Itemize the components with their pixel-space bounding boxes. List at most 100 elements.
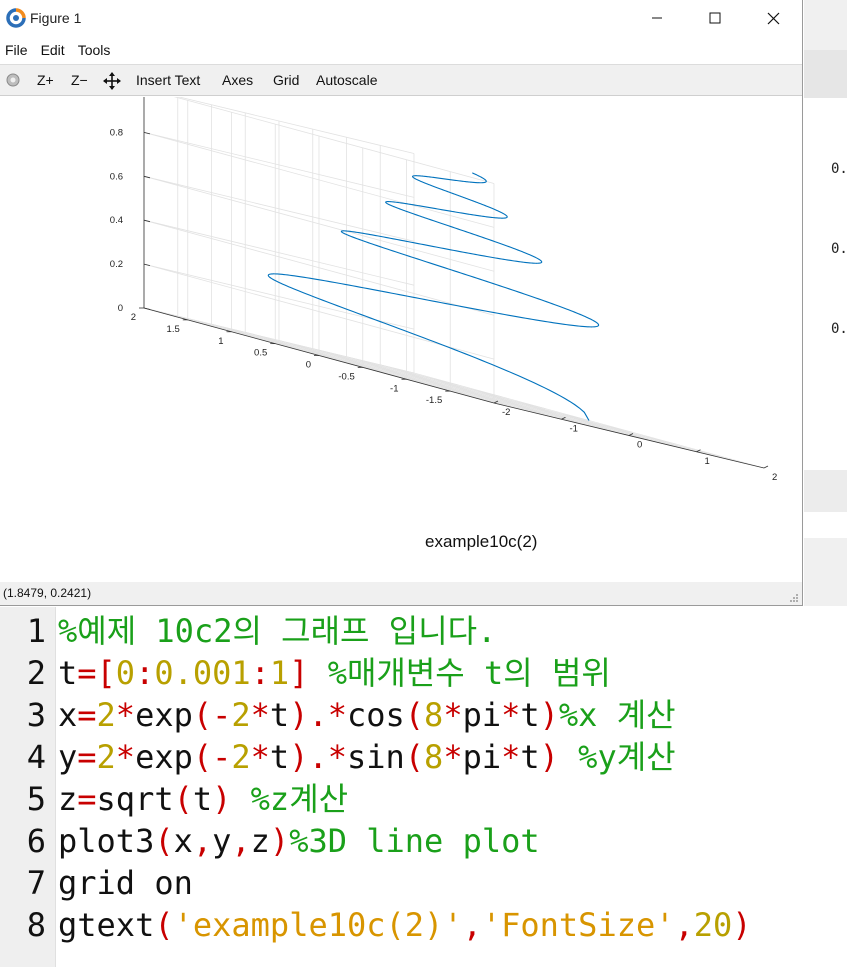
- background-value: 0.: [831, 321, 847, 337]
- z-tick-label: 0.8: [110, 127, 123, 138]
- x-tick-label: -2: [502, 407, 510, 418]
- minimize-icon: [652, 17, 662, 19]
- menu-bar: File Edit Tools: [0, 38, 802, 62]
- code-token: gtext: [58, 906, 155, 944]
- zoom-in-button[interactable]: Z+: [37, 71, 54, 89]
- grid-line: [406, 378, 677, 445]
- octave-logo-icon: [6, 8, 26, 28]
- pan-icon: [103, 72, 121, 90]
- code-token: ): [539, 738, 559, 776]
- grid-button[interactable]: Grid: [273, 71, 299, 89]
- grid-lines: [143, 88, 765, 469]
- resize-grip-icon[interactable]: [789, 593, 799, 603]
- y-tick-label: -1.5: [426, 395, 442, 406]
- code-token: sqrt: [96, 780, 174, 818]
- code-token: *: [250, 738, 270, 776]
- code-token: t: [520, 696, 540, 734]
- code-token: (: [192, 738, 213, 776]
- annotation-text[interactable]: example10c(2): [425, 532, 537, 551]
- y-tick-label: 1.5: [167, 324, 180, 335]
- code-line[interactable]: gtext('example10c(2)','FontSize',20): [58, 904, 752, 946]
- code-line[interactable]: z=sqrt(t) %z계산: [58, 778, 348, 820]
- code-token: y: [58, 738, 78, 776]
- code-token: =: [77, 780, 97, 818]
- pan-button[interactable]: [103, 72, 121, 94]
- rotate-button[interactable]: [5, 72, 21, 92]
- code-editor[interactable]: 12345678 %예제 10c2의 그래프 입니다. t=[0:0.001:1]…: [0, 607, 847, 967]
- z-tick: [143, 219, 151, 223]
- pointer-coordinates: (1.8479, 0.2421): [3, 586, 92, 600]
- code-token: 2: [96, 696, 116, 734]
- code-token: t: [58, 654, 78, 692]
- z-tick-label: 0: [118, 303, 123, 314]
- code-token: grid on: [58, 864, 193, 902]
- code-token: .*: [308, 738, 347, 776]
- background-toolbar: [804, 50, 847, 98]
- code-token: 2: [231, 696, 251, 734]
- plot-area[interactable]: 00.20.40.60.8121.510.50-0.5-1-1.5-2-1012…: [0, 84, 802, 581]
- code-token: pi: [462, 738, 502, 776]
- code-token: %y계산: [558, 738, 676, 776]
- zoom-out-button[interactable]: Z−: [71, 71, 88, 89]
- tick-labels: 00.20.40.60.8121.510.50-0.5-1-1.5-2-1012: [110, 84, 778, 484]
- title-bar[interactable]: Figure 1: [0, 0, 802, 36]
- x-tick-label: 2: [772, 472, 777, 483]
- y-tick-label: 1: [218, 336, 223, 347]
- z-tick: [143, 307, 151, 310]
- figure-toolbar: Z+ Z− Insert Text Axes Grid Autoscale: [0, 64, 802, 96]
- menu-edit[interactable]: Edit: [41, 38, 65, 62]
- code-token: ,: [192, 822, 213, 860]
- code-token: =: [77, 738, 97, 776]
- maximize-button[interactable]: [686, 0, 744, 36]
- z-tick-label: 0.6: [110, 171, 123, 182]
- code-token: exp: [135, 738, 193, 776]
- grid-line: [318, 355, 590, 421]
- line-number: 7: [26, 864, 46, 902]
- code-line[interactable]: %예제 10c2의 그래프 입니다.: [58, 610, 496, 652]
- line-number: 2: [26, 654, 46, 692]
- code-line[interactable]: plot3(x,y,z)%3D line plot: [58, 820, 540, 862]
- code-token: ): [289, 738, 309, 776]
- code-token: cos: [346, 696, 405, 734]
- code-token: ,: [674, 906, 694, 944]
- code-line[interactable]: y=2*exp(-2*t).*sin(8*pi*t) %y계산: [58, 736, 676, 778]
- code-token: *: [443, 738, 463, 776]
- code-token: (: [154, 822, 174, 860]
- menu-tools[interactable]: Tools: [78, 38, 111, 62]
- code-token: ): [539, 696, 559, 734]
- code-token: t: [269, 738, 290, 776]
- minimize-button[interactable]: [628, 0, 686, 36]
- code-line[interactable]: x=2*exp(-2*t).*cos(8*pi*t)%x 계산: [58, 694, 676, 736]
- code-token: ,: [462, 906, 482, 944]
- autoscale-button[interactable]: Autoscale: [316, 71, 377, 89]
- code-token: :: [135, 654, 155, 692]
- code-token: *: [501, 738, 521, 776]
- background-row: [804, 470, 847, 512]
- code-token: %x 계산: [558, 696, 676, 734]
- code-line[interactable]: grid on: [58, 862, 193, 904]
- line-number: 1: [26, 612, 46, 650]
- code-token: 0: [115, 654, 136, 692]
- code-token: 1: [269, 654, 290, 692]
- background-value: 0.: [831, 241, 847, 257]
- code-token: %z계산: [231, 780, 349, 818]
- z-tick-label: 0.2: [110, 259, 123, 270]
- code-token: *: [250, 696, 270, 734]
- x-tick-label: -1: [570, 423, 578, 434]
- code-token: *: [443, 696, 463, 734]
- close-icon: [767, 12, 779, 24]
- close-button[interactable]: [744, 0, 802, 36]
- axes-button[interactable]: Axes: [222, 71, 253, 89]
- x-tick-label: 1: [705, 456, 710, 467]
- z-tick: [143, 263, 151, 266]
- menu-file[interactable]: File: [5, 38, 28, 62]
- code-token: plot3: [58, 822, 155, 860]
- code-token: exp: [135, 696, 193, 734]
- code-token: ]: [289, 654, 309, 692]
- code-token: %매개변수 t의 범위: [308, 654, 611, 692]
- insert-text-button[interactable]: Insert Text: [136, 71, 200, 89]
- background-window: 0. 0. 0.: [804, 0, 847, 606]
- code-line[interactable]: t=[0:0.001:1] %매개변수 t의 범위: [58, 652, 611, 694]
- x-tick: [763, 465, 769, 469]
- grid-line: [231, 331, 502, 398]
